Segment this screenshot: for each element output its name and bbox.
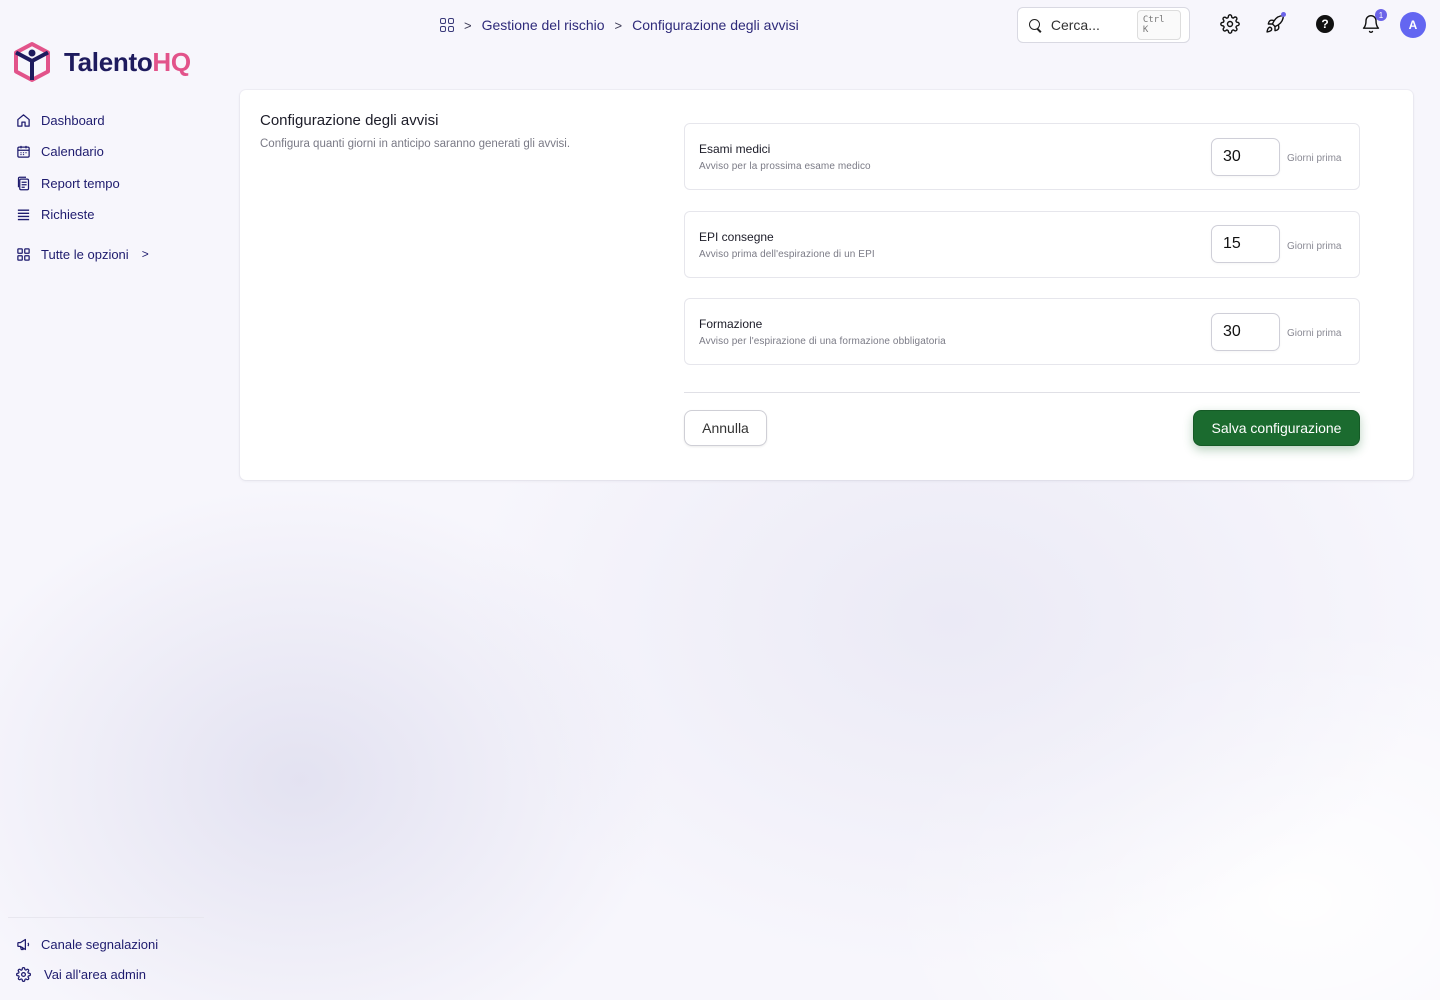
breadcrumb-item-risk[interactable]: Gestione del rischio [482, 17, 605, 33]
help-icon[interactable]: ? [1314, 13, 1336, 35]
setting-title: EPI consegne [699, 230, 774, 244]
avatar[interactable]: A [1400, 12, 1426, 38]
sidebar-item-calendario[interactable]: Calendario [0, 140, 210, 164]
setting-row-epi-consegne: EPI consegne Avviso prima dell'espirazio… [684, 211, 1360, 278]
days-input-formazione[interactable] [1211, 313, 1280, 351]
list-icon [16, 207, 31, 222]
sidebar-bottom: Canale segnalazioni Vai all'area admin [0, 932, 210, 992]
setting-title: Esami medici [699, 142, 771, 156]
megaphone-icon [16, 937, 31, 952]
sidebar-divider [8, 917, 204, 918]
unit-label: Giorni prima [1287, 241, 1342, 252]
sidebar-item-dashboard[interactable]: Dashboard [0, 108, 210, 132]
sidebar-item-all-options[interactable]: Tutte le opzioni > [0, 242, 210, 266]
sidebar-item-canale-segnalazioni[interactable]: Canale segnalazioni [0, 932, 210, 956]
sidebar-item-label: Report tempo [41, 175, 120, 191]
apps-grid-icon[interactable] [440, 18, 454, 32]
unit-label: Giorni prima [1287, 328, 1342, 339]
settings-gear-icon[interactable] [1219, 13, 1241, 35]
sidebar-item-label: Tutte le opzioni [41, 246, 129, 262]
sidebar: Dashboard Calendario Report tempo Richie… [0, 108, 210, 274]
setting-title: Formazione [699, 317, 763, 331]
sidebar-item-label: Canale segnalazioni [41, 936, 159, 952]
calendar-icon [16, 144, 31, 159]
home-icon [16, 113, 31, 128]
sidebar-item-admin-area[interactable]: Vai all'area admin [0, 962, 210, 986]
logo-cube-icon [14, 42, 50, 82]
shortcut-hint: Ctrl K [1136, 10, 1181, 40]
search-icon [1028, 18, 1043, 33]
save-configuration-button[interactable]: Salva configurazione [1193, 410, 1360, 446]
days-input-esami-medici[interactable] [1211, 138, 1280, 176]
form-divider [684, 392, 1360, 393]
logo[interactable]: TalentoHQ [12, 40, 191, 84]
chevron-right-icon: > [614, 17, 623, 33]
setting-row-formazione: Formazione Avviso per l'espirazione di u… [684, 298, 1360, 365]
update-dot [1281, 12, 1286, 17]
cancel-button[interactable]: Annulla [684, 410, 767, 446]
search-input[interactable] [1050, 17, 1137, 33]
alert-config-card: Configurazione degli avvisi Configura qu… [240, 90, 1413, 480]
chevron-right-icon: > [141, 247, 149, 261]
card-title: Configurazione degli avvisi [260, 112, 439, 129]
setting-description: Avviso prima dell'espirazione di un EPI [699, 249, 875, 260]
sidebar-item-label: Vai all'area admin [44, 966, 146, 982]
setting-description: Avviso per l'espirazione di una formazio… [699, 336, 946, 347]
unit-label: Giorni prima [1287, 153, 1342, 164]
logo-text: TalentoHQ [64, 46, 191, 77]
card-description: Configura quanti giorni in anticipo sara… [260, 138, 571, 150]
sidebar-item-label: Richieste [41, 207, 95, 222]
days-input-epi-consegne[interactable] [1211, 225, 1280, 263]
chevron-right-icon: > [464, 17, 472, 33]
bell-icon[interactable]: 1 [1360, 9, 1387, 35]
notification-count-badge: 1 [1375, 9, 1387, 21]
report-icon [16, 176, 31, 191]
setting-row-esami-medici: Esami medici Avviso per la prossima esam… [684, 123, 1360, 190]
grid-icon [16, 247, 31, 262]
rocket-icon[interactable] [1264, 12, 1286, 35]
setting-description: Avviso per la prossima esame medico [699, 161, 871, 172]
sidebar-item-label: Calendario [41, 144, 104, 159]
sidebar-item-report-tempo[interactable]: Report tempo [0, 171, 210, 195]
breadcrumb-item-current: Configurazione degli avvisi [632, 17, 799, 33]
sidebar-item-richieste[interactable]: Richieste [0, 203, 210, 227]
sidebar-item-label: Dashboard [41, 112, 105, 128]
search-box[interactable]: Ctrl K [1017, 7, 1190, 43]
gear-icon [16, 966, 31, 982]
breadcrumb: > Gestione del rischio > Configurazione … [440, 16, 799, 34]
